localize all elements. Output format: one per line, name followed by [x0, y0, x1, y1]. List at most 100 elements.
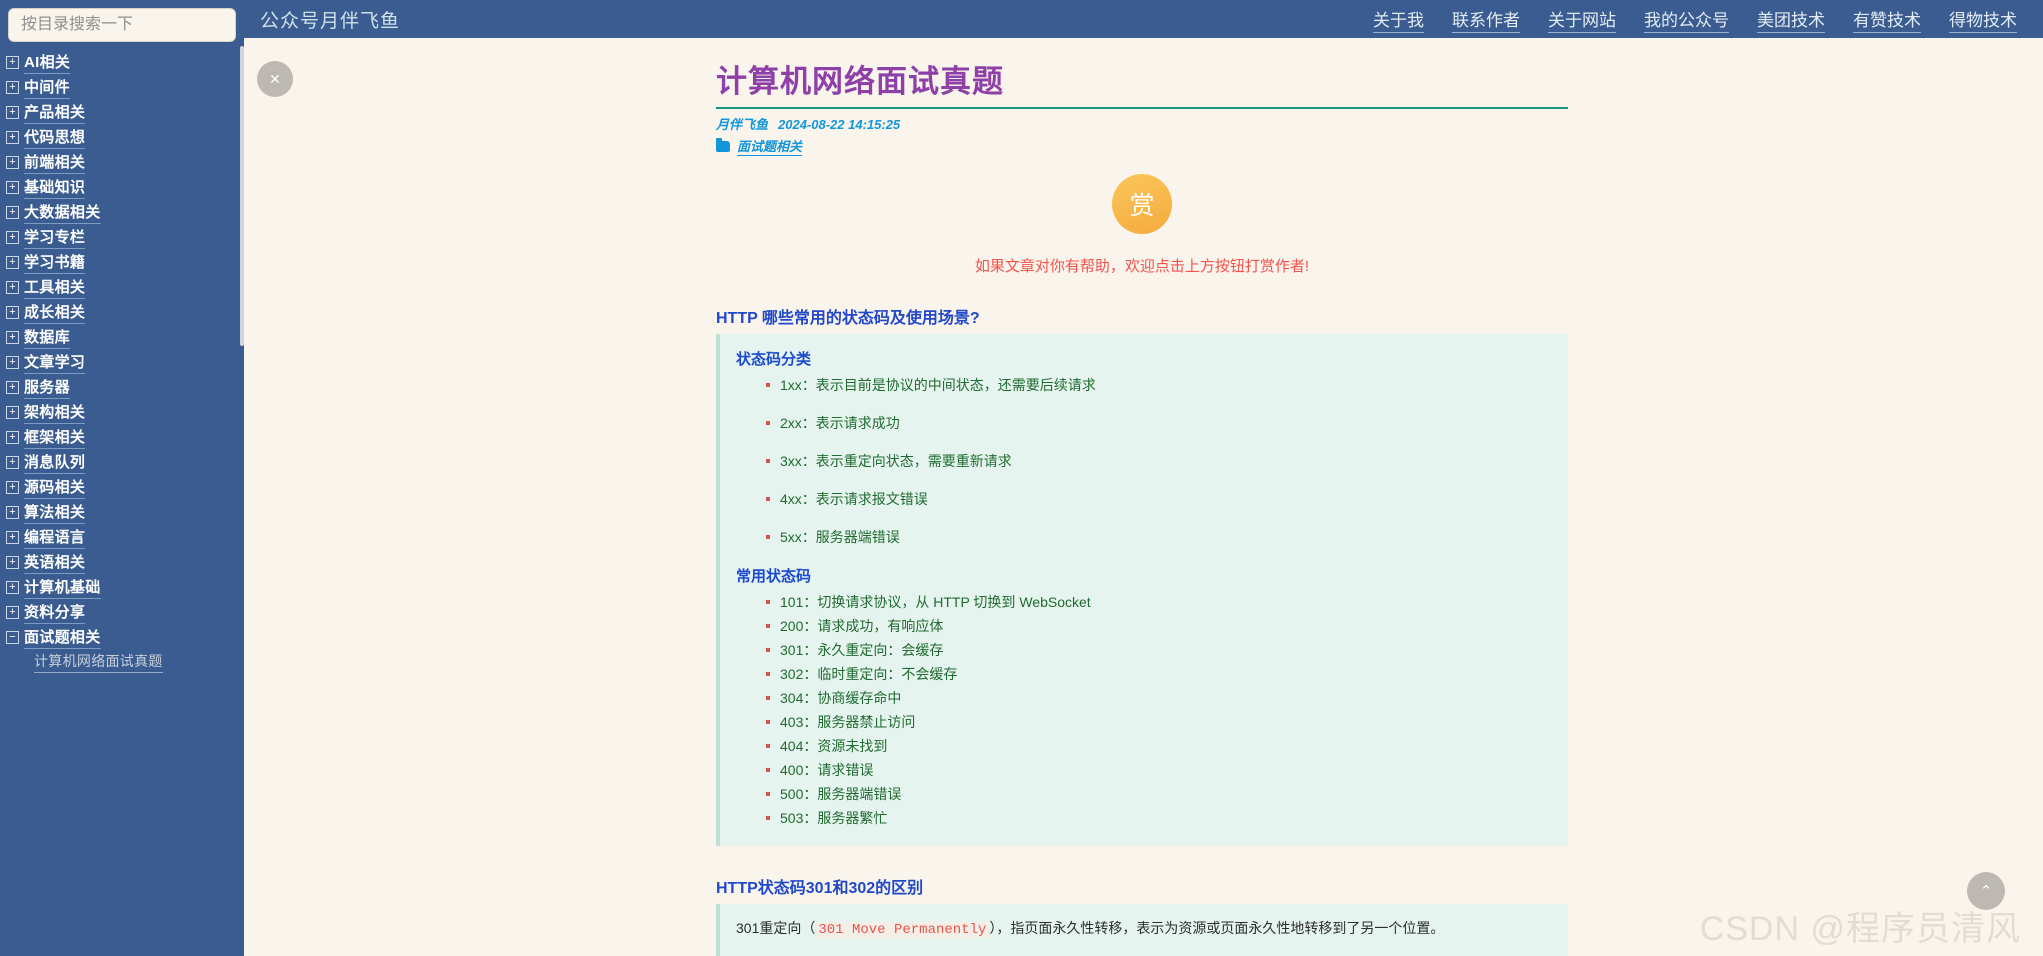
sidebar-item-study-column[interactable]: + 学习专栏 — [6, 225, 244, 250]
sidebar-item-resources[interactable]: + 资料分享 — [6, 600, 244, 625]
expand-icon[interactable]: + — [6, 206, 19, 219]
reward-button[interactable]: 赏 — [1112, 174, 1172, 234]
sidebar-item-growth[interactable]: + 成长相关 — [6, 300, 244, 325]
expand-icon[interactable]: + — [6, 56, 19, 69]
reward-text: 如果文章对你有帮助，欢迎点击上方按钮打赏作者! — [974, 258, 1310, 275]
sidebar-item-books[interactable]: + 学习书籍 — [6, 250, 244, 275]
sidebar-item-label: 数据库 — [24, 326, 70, 349]
close-icon[interactable]: ✕ — [257, 61, 293, 97]
sidebar-item-label: 架构相关 — [24, 401, 86, 424]
sidebar-item-label: 框架相关 — [24, 426, 86, 449]
expand-icon[interactable]: + — [6, 181, 19, 194]
expand-icon[interactable]: + — [6, 406, 19, 419]
sidebar-item-label: 产品相关 — [24, 101, 86, 124]
expand-icon[interactable]: + — [6, 581, 19, 594]
nav-item-my-wechat[interactable]: 我的公众号 — [1644, 6, 1729, 33]
list-item: 1xx：表示目前是协议的中间状态，还需要后续请求 — [766, 375, 1552, 395]
list-item: 304：协商缓存命中 — [766, 688, 1552, 708]
expand-icon[interactable]: + — [6, 231, 19, 244]
sidebar-item-source-code[interactable]: + 源码相关 — [6, 475, 244, 500]
expand-icon[interactable]: + — [6, 356, 19, 369]
expand-icon[interactable]: + — [6, 281, 19, 294]
expand-icon[interactable]: + — [6, 306, 19, 319]
sidebar-item-bigdata[interactable]: + 大数据相关 — [6, 200, 244, 225]
sidebar-item-ai[interactable]: + AI相关 — [6, 50, 244, 75]
sidebar-item-database[interactable]: + 数据库 — [6, 325, 244, 350]
nav-item-meituan-tech[interactable]: 美团技术 — [1757, 6, 1825, 33]
expand-icon[interactable]: + — [6, 481, 19, 494]
collapse-icon[interactable]: − — [6, 631, 19, 644]
nav-item-contact-author[interactable]: 联系作者 — [1452, 6, 1520, 33]
sidebar-item-label: 英语相关 — [24, 551, 86, 574]
expand-icon[interactable]: + — [6, 431, 19, 444]
list-item: 4xx：表示请求报文错误 — [766, 489, 1552, 509]
expand-icon[interactable]: + — [6, 156, 19, 169]
nav-item-about-me[interactable]: 关于我 — [1373, 6, 1424, 33]
sidebar-item-label: 成长相关 — [24, 301, 86, 324]
sidebar-item-cs-fundamentals[interactable]: + 计算机基础 — [6, 575, 244, 600]
expand-icon[interactable]: + — [6, 381, 19, 394]
back-to-top-icon[interactable]: ⌃ — [1967, 872, 2005, 910]
paragraph-301-suffix: ），指页面永久性转移，表示为资源或页面永久性地转移到了另一个位置。 — [989, 920, 1445, 936]
top-navigation-bar: 公众号月伴飞鱼 关于我 联系作者 关于网站 我的公众号 美团技术 有赞技术 得物… — [244, 0, 2043, 38]
sidebar-item-label: 资料分享 — [24, 601, 86, 624]
search-input[interactable] — [8, 8, 236, 42]
sidebar-item-architecture[interactable]: + 架构相关 — [6, 400, 244, 425]
sidebar-item-code-ideas[interactable]: + 代码思想 — [6, 125, 244, 150]
sidebar-search-wrap — [0, 0, 244, 46]
sidebar-item-basics[interactable]: + 基础知识 — [6, 175, 244, 200]
expand-icon[interactable]: + — [6, 556, 19, 569]
sidebar-item-languages[interactable]: + 编程语言 — [6, 525, 244, 550]
list-item: 101：切换请求协议，从 HTTP 切换到 WebSocket — [766, 592, 1552, 612]
sidebar-item-interview[interactable]: − 面试题相关 — [6, 625, 244, 650]
sidebar-item-label: 计算机基础 — [24, 576, 101, 599]
sidebar-item-server[interactable]: + 服务器 — [6, 375, 244, 400]
expand-icon[interactable]: + — [6, 606, 19, 619]
site-brand[interactable]: 公众号月伴飞鱼 — [260, 6, 400, 33]
title-divider — [716, 107, 1568, 109]
expand-icon[interactable]: + — [6, 106, 19, 119]
folder-icon — [716, 137, 730, 152]
nav-item-youzan-tech[interactable]: 有赞技术 — [1853, 6, 1921, 33]
sidebar-item-label: 中间件 — [24, 76, 70, 99]
expand-icon[interactable]: + — [6, 131, 19, 144]
sidebar-item-frontend[interactable]: + 前端相关 — [6, 150, 244, 175]
sidebar-item-tools[interactable]: + 工具相关 — [6, 275, 244, 300]
sidebar-item-framework[interactable]: + 框架相关 — [6, 425, 244, 450]
sidebar-scrollbar[interactable] — [240, 46, 244, 346]
sidebar-item-label: 代码思想 — [24, 126, 86, 149]
sidebar-item-articles[interactable]: + 文章学习 — [6, 350, 244, 375]
expand-icon[interactable]: + — [6, 81, 19, 94]
list-item: 2xx：表示请求成功 — [766, 413, 1552, 433]
list-item: 404：资源未找到 — [766, 736, 1552, 756]
sidebar-item-mq[interactable]: + 消息队列 — [6, 450, 244, 475]
sidebar-item-algorithms[interactable]: + 算法相关 — [6, 500, 244, 525]
sidebar-item-network-interview[interactable]: 计算机网络面试真题 — [6, 650, 244, 674]
common-status-code-list: 101：切换请求协议，从 HTTP 切换到 WebSocket 200：请求成功… — [736, 592, 1552, 828]
sidebar-item-label: 编程语言 — [24, 526, 86, 549]
status-codes-panel: 状态码分类 1xx：表示目前是协议的中间状态，还需要后续请求 2xx：表示请求成… — [716, 334, 1568, 846]
list-item: 500：服务器端错误 — [766, 784, 1552, 804]
category-link[interactable]: 面试题相关 — [737, 136, 803, 156]
subheading-status-code-categories: 状态码分类 — [736, 351, 812, 368]
list-item: 503：服务器繁忙 — [766, 808, 1552, 828]
sidebar-tree: + AI相关 + 中间件 + 产品相关 + 代码思想 + 前端相关 + 基础知识 — [0, 46, 244, 674]
sidebar-item-english[interactable]: + 英语相关 — [6, 550, 244, 575]
sidebar-item-label: 基础知识 — [24, 176, 86, 199]
expand-icon[interactable]: + — [6, 506, 19, 519]
expand-icon[interactable]: + — [6, 256, 19, 269]
expand-icon[interactable]: + — [6, 456, 19, 469]
nav-item-dewu-tech[interactable]: 得物技术 — [1949, 6, 2017, 33]
list-item: 3xx：表示重定向状态，需要重新请求 — [766, 451, 1552, 471]
sidebar-item-label: AI相关 — [24, 51, 71, 74]
sidebar-item-product[interactable]: + 产品相关 — [6, 100, 244, 125]
nav-links: 关于我 联系作者 关于网站 我的公众号 美团技术 有赞技术 得物技术 — [1373, 6, 2043, 33]
article-date: 2024-08-22 14:15:25 — [778, 117, 901, 132]
sidebar-item-label: 学习书籍 — [24, 251, 86, 274]
expand-icon[interactable]: + — [6, 531, 19, 544]
expand-icon[interactable]: + — [6, 331, 19, 344]
nav-item-about-site[interactable]: 关于网站 — [1548, 6, 1616, 33]
sidebar-item-middleware[interactable]: + 中间件 — [6, 75, 244, 100]
list-item: 302：临时重定向：不会缓存 — [766, 664, 1552, 684]
sidebar-item-label: 面试题相关 — [24, 626, 101, 649]
